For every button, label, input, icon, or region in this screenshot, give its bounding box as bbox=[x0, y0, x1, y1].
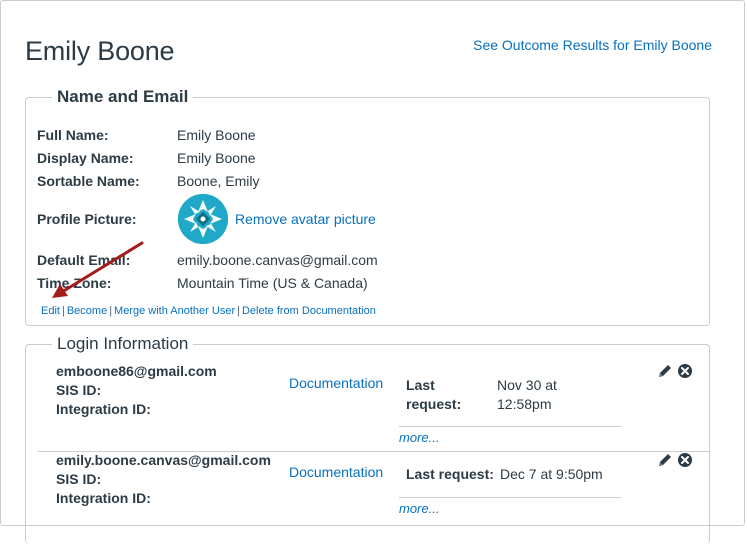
page-title: Emily Boone bbox=[25, 36, 175, 66]
login-information-section: Login Information emboone86@gmail.com SI… bbox=[25, 334, 710, 544]
login-username: emily.boone.canvas@gmail.com bbox=[56, 452, 271, 468]
delete-user-link[interactable]: Delete from Documentation bbox=[242, 305, 376, 317]
edit-link[interactable]: Edit bbox=[41, 305, 60, 317]
remove-icon[interactable] bbox=[677, 452, 693, 468]
name-email-legend: Name and Email bbox=[52, 87, 194, 107]
default-email-value: emily.boone.canvas@gmail.com bbox=[177, 252, 378, 268]
last-request-label: request: bbox=[406, 396, 462, 412]
become-link[interactable]: Become bbox=[67, 305, 107, 317]
merge-user-link[interactable]: Merge with Another User bbox=[114, 305, 235, 317]
more-link[interactable]: more... bbox=[399, 501, 439, 516]
full-name-label: Full Name: bbox=[37, 127, 109, 143]
last-request-value: Nov 30 at bbox=[497, 377, 557, 393]
profile-picture-label: Profile Picture: bbox=[37, 211, 137, 227]
display-name-value: Emily Boone bbox=[177, 150, 256, 166]
rule bbox=[399, 426, 621, 427]
sortable-name-value: Boone, Emily bbox=[177, 173, 260, 189]
annotation-arrow-icon bbox=[52, 241, 144, 298]
integration-id-label: Integration ID: bbox=[56, 490, 151, 506]
last-request-label: Last bbox=[406, 377, 435, 393]
remove-icon[interactable] bbox=[677, 363, 693, 379]
pencil-icon[interactable] bbox=[657, 452, 673, 468]
auth-provider-link[interactable]: Documentation bbox=[289, 464, 383, 480]
remove-avatar-link[interactable]: Remove avatar picture bbox=[235, 211, 376, 227]
profile-avatar bbox=[178, 194, 228, 244]
separator: | bbox=[237, 305, 240, 317]
more-link[interactable]: more... bbox=[399, 430, 439, 445]
outcome-results-link[interactable]: See Outcome Results for Emily Boone bbox=[473, 37, 712, 53]
full-name-value: Emily Boone bbox=[177, 127, 256, 143]
time-zone-value: Mountain Time (US & Canada) bbox=[177, 275, 368, 291]
last-request-value: 12:58pm bbox=[497, 396, 552, 412]
pencil-icon[interactable] bbox=[657, 363, 673, 379]
login-username: emboone86@gmail.com bbox=[56, 363, 217, 379]
user-actions: Edit | Become | Merge with Another User | Dele… bbox=[41, 305, 376, 317]
sis-id-label: SIS ID: bbox=[56, 382, 102, 398]
integration-id-label: Integration ID: bbox=[56, 401, 151, 417]
sortable-name-label: Sortable Name: bbox=[37, 173, 140, 189]
display-name-label: Display Name: bbox=[37, 150, 134, 166]
last-request-value: Dec 7 at 9:50pm bbox=[500, 466, 603, 482]
separator: | bbox=[61, 305, 65, 317]
rule bbox=[399, 497, 621, 498]
auth-provider-link[interactable]: Documentation bbox=[289, 375, 383, 391]
login-information-legend: Login Information bbox=[52, 334, 194, 354]
sis-id-label: SIS ID: bbox=[56, 471, 102, 487]
last-request-label: Last request: bbox=[406, 466, 494, 482]
